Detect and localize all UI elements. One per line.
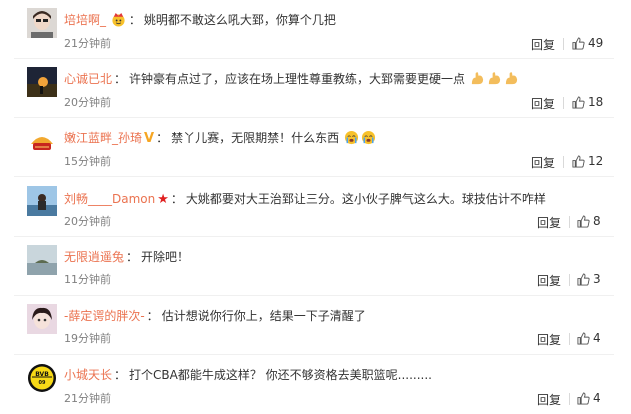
avatar[interactable] [27,186,57,216]
flexed-arm-emoji [488,72,500,85]
flexed-arm-emoji [471,72,483,85]
divider [563,156,564,168]
reply-button[interactable]: 回复 [537,214,561,231]
comment-text: 估计想说你行你上，结果一下子清醒了 [161,309,366,323]
reply-button[interactable]: 回复 [531,36,555,53]
reply-button[interactable]: 回复 [531,95,555,112]
reply-button[interactable]: 回复 [537,272,561,289]
like-button[interactable]: 3 [577,272,601,286]
comment-text: 许钟豪有点过了，应该在场上理性尊重教练，大郅需要更硬一点 [129,72,466,86]
divider [563,38,564,50]
username[interactable]: 培培啊_ [64,13,106,27]
divider [569,274,570,286]
timestamp: 20分钟前 [64,215,111,228]
divider [569,216,570,228]
avatar[interactable] [27,67,57,97]
avatar[interactable] [27,245,57,275]
like-button[interactable]: 8 [577,214,601,228]
avatar[interactable] [27,304,57,334]
timestamp: 21分钟前 [64,37,111,50]
comment-text: 大姚都要对大王治郅让三分。这小伙子脾气这么大。球技估计不咋样 [185,192,546,206]
like-count: 18 [588,95,604,109]
comment-text: 姚明都不敢这么吼大郅，你算个几把 [143,13,336,27]
comment-line: 无限逍遥兔：开除吧！ [64,250,190,264]
timestamp: 15分钟前 [64,155,111,168]
comment-item: BVB 09 小城天长：打个CBA都能牛成这样？ 你还不够资格去美职篮呢....… [0,355,631,414]
flexed-arm-emoji [505,72,517,85]
svg-text:09: 09 [39,380,46,386]
comment-item: 培培啊_ ：姚明都不敢这么吼大郅，你算个几把 21分钟前 回复 49 [0,0,631,59]
comment-line: 刘畅____Damon ★：大姚都要对大王治郅让三分。这小伙子脾气这么大。球技估计… [64,192,546,207]
comment-item: 心诚已北：许钟豪有点过了，应该在场上理性尊重教练，大郅需要更硬一点 20分钟前 … [0,59,631,118]
username[interactable]: 心诚已北 [64,72,112,86]
crying-face-emoji [344,130,358,145]
thumbs-up-icon [577,392,590,405]
like-count: 49 [588,36,604,50]
comment-line: 小城天长：打个CBA都能牛成这样？ 你还不够资格去美职篮呢......... [64,368,432,382]
like-count: 4 [593,391,601,405]
reply-button[interactable]: 回复 [531,154,555,171]
like-count: 4 [593,331,601,345]
avatar[interactable] [27,8,57,38]
comment-line: 心诚已北：许钟豪有点过了，应该在场上理性尊重教练，大郅需要更硬一点 [64,71,520,87]
comment-item: 嫩江蓝畔_孙琦 V：禁丫儿赛，无限期禁！什么东西 15分钟前 回复 12 [0,118,631,177]
crying-face-emoji [361,130,375,145]
timestamp: 19分钟前 [64,332,111,345]
username[interactable]: 小城天长 [64,368,112,382]
comment-text: 禁丫儿赛，无限期禁！什么东西 [171,131,340,145]
like-button[interactable]: 49 [572,36,603,50]
divider [569,393,570,405]
timestamp: 21分钟前 [64,392,111,405]
divider [569,333,570,345]
like-count: 12 [588,154,604,168]
thumbs-up-icon [577,215,590,228]
thumbs-up-icon [572,37,585,50]
like-button[interactable]: 18 [572,95,603,109]
comment-line: -薛定谔的胖次-：估计想说你行你上，结果一下子清醒了 [64,309,366,323]
avatar[interactable]: BVB 09 [27,363,57,393]
divider [563,97,564,109]
timestamp: 11分钟前 [64,273,111,286]
username[interactable]: 嫩江蓝畔_孙琦 [64,131,142,145]
comment-line: 培培啊_ ：姚明都不敢这么吼大郅，你算个几把 [64,12,336,27]
username[interactable]: -薛定谔的胖次- [64,309,145,323]
like-button[interactable]: 4 [577,331,601,345]
comment-item: 无限逍遥兔：开除吧！ 11分钟前 回复 3 [0,237,631,296]
comment-item: -薛定谔的胖次-：估计想说你行你上，结果一下子清醒了 19分钟前 回复 4 [0,296,631,355]
like-count: 8 [593,214,601,228]
comment-item: 刘畅____Damon ★：大姚都要对大王治郅让三分。这小伙子脾气这么大。球技估计… [0,177,631,236]
thumbs-up-icon [577,273,590,286]
star-badge-icon: ★ [157,192,169,207]
svg-text:BVB: BVB [35,371,49,378]
verified-badge-icon: V [144,131,155,146]
username[interactable]: 无限逍遥兔 [64,250,124,264]
thumbs-up-icon [577,332,590,345]
reply-button[interactable]: 回复 [537,391,561,408]
comment-line: 嫩江蓝畔_孙琦 V：禁丫儿赛，无限期禁！什么东西 [64,130,377,147]
crown-face-icon [112,12,125,27]
timestamp: 20分钟前 [64,96,111,109]
reply-button[interactable]: 回复 [537,331,561,348]
like-count: 3 [593,272,601,286]
comment-text: 打个CBA都能牛成这样？ 你还不够资格去美职篮呢......... [129,368,432,382]
thumbs-up-icon [572,155,585,168]
like-button[interactable]: 12 [572,154,603,168]
avatar[interactable] [27,126,57,156]
comment-text: 开除吧！ [141,250,190,264]
username[interactable]: 刘畅____Damon [64,192,155,206]
thumbs-up-icon [572,96,585,109]
like-button[interactable]: 4 [577,391,601,405]
